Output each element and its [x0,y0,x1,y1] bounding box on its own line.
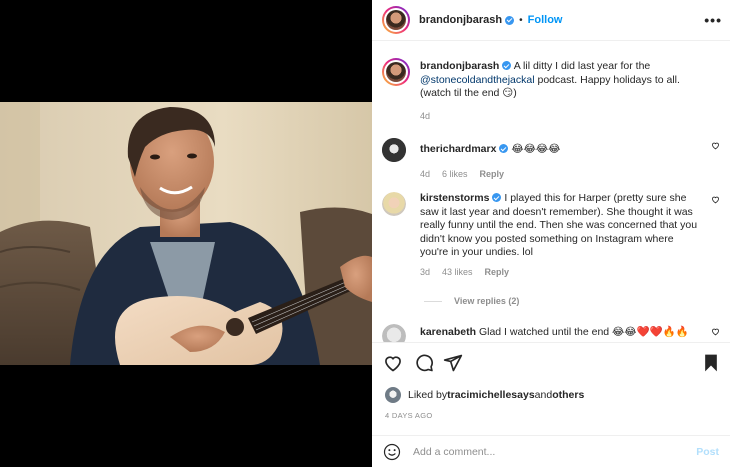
caption-username[interactable]: brandonjbarash [420,60,499,72]
author-username[interactable]: brandonjbarash [419,14,502,26]
add-comment-bar: Post [372,435,730,467]
comments-list[interactable]: brandonjbarash A lil ditty I did last ye… [372,42,730,342]
liker-username[interactable]: tracimichellesays [447,389,535,401]
post-comment-button[interactable]: Post [696,446,719,458]
like-comment-heart-icon[interactable] [711,327,720,336]
comment-likes[interactable]: 43 likes [442,267,473,277]
caption: brandonjbarash A lil ditty I did last ye… [382,58,720,121]
video-still [0,102,372,365]
reply-button[interactable]: Reply [480,169,505,179]
reply-button[interactable]: Reply [485,267,510,277]
save-bookmark-icon[interactable] [701,353,721,373]
share-paper-plane-icon[interactable] [443,353,463,373]
likes-prefix: Liked by [408,389,448,401]
comment-time[interactable]: 4d [420,169,430,179]
caption-text-before: A lil ditty I did last year for the [511,60,651,72]
replies-divider [424,300,442,302]
comment-username[interactable]: therichardmarx [420,143,496,155]
caption-time[interactable]: 4d [420,111,430,121]
comment-bubble-icon[interactable] [414,353,434,373]
comment-text: 😂😂😂😂 [508,143,561,155]
emoji-smiley-icon[interactable] [383,443,401,461]
post-actions: Liked by tracimichellesays and others 4 … [372,342,730,467]
posted-ago[interactable]: 4 DAYS AGO [385,411,432,420]
comment-avatar[interactable] [382,324,406,342]
separator-dot: • [519,14,523,26]
like-heart-icon[interactable] [383,353,403,373]
comment-item: kirstenstorms I played this for Harper (… [382,192,720,277]
caption-avatar[interactable] [382,58,410,86]
post-media[interactable] [0,0,372,467]
author-avatar[interactable] [382,6,410,34]
verified-badge-icon [502,61,512,70]
likes-others-link[interactable]: others [552,389,584,401]
caption-mention-link[interactable]: @stonecoldandthejackal [420,74,535,86]
like-comment-heart-icon[interactable] [711,141,720,150]
comment-text: Glad I watched until the end 😂😂❤️❤️🔥🔥 [476,326,689,338]
likes-summary: Liked by tracimichellesays and others [385,387,584,403]
likes-middle: and [534,389,553,401]
liker-avatar[interactable] [385,387,401,403]
like-comment-heart-icon[interactable] [711,195,720,204]
more-options-icon[interactable]: ••• [704,12,722,28]
comment-avatar[interactable] [382,138,406,162]
comment-item: karenabeth Glad I watched until the end … [382,324,720,342]
follow-button[interactable]: Follow [528,14,563,26]
comment-time[interactable]: 3d [420,267,430,277]
video-frame[interactable] [0,102,372,365]
comment-likes[interactable]: 6 likes [442,169,468,179]
verified-badge-icon [505,15,515,25]
comment-username[interactable]: kirstenstorms [420,192,489,204]
post-header: brandonjbarash • Follow ••• [372,0,730,41]
add-comment-input[interactable] [413,446,697,458]
post-details-panel: brandonjbarash • Follow ••• brandonjbara… [372,0,730,467]
comment-avatar[interactable] [382,192,406,216]
view-replies-button[interactable]: View replies (2) [424,296,519,306]
comment-username[interactable]: karenabeth [420,326,476,338]
comment-item: therichardmarx 😂😂😂😂 4d 6 likes Reply [382,138,720,179]
view-replies-label: View replies (2) [454,296,520,306]
